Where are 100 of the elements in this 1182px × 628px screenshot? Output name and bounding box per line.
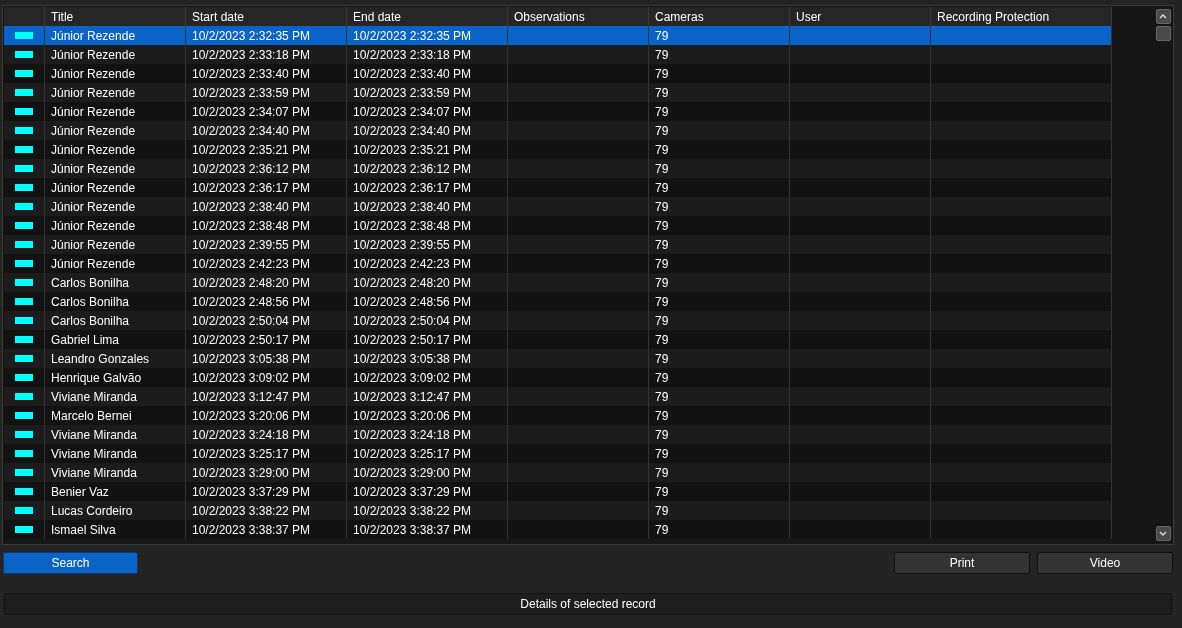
table-row[interactable]: Júnior Rezende 10/2/2023 2:35:21 PM 10/2/2023 2:35:21 PM 79 <box>4 140 1112 159</box>
table-cell-text: Lucas Cordeiro <box>51 502 133 520</box>
search-button[interactable]: Search <box>3 552 138 574</box>
table-row[interactable]: Benier Vaz 10/2/2023 3:37:29 PM 10/2/2023 3:37:29 PM 79 <box>4 482 1112 501</box>
print-button[interactable]: Print <box>894 552 1030 574</box>
table-cell-text: 10/2/2023 2:50:17 PM <box>192 331 311 349</box>
table-row[interactable]: Júnior Rezende 10/2/2023 2:39:55 PM 10/2/2023 2:39:55 PM 79 <box>4 235 1112 254</box>
table-cell-text: 10/2/2023 2:33:40 PM <box>353 65 472 83</box>
scroll-down-icon[interactable] <box>1155 526 1171 541</box>
table-row[interactable]: Viviane Miranda 10/2/2023 3:29:00 PM 10/2/2023 3:29:00 PM 79 <box>4 463 1112 482</box>
table-cell-text: 79 <box>655 84 669 102</box>
table-cell-text: 10/2/2023 3:38:37 PM <box>192 521 311 539</box>
table-cell-text: 79 <box>655 502 669 520</box>
table-cell-text: 79 <box>655 46 669 64</box>
table-cell-text: Júnior Rezende <box>51 198 136 216</box>
table-row[interactable]: Henrique Galvão 10/2/2023 3:09:02 PM 10/2/2023 3:09:02 PM 79 <box>4 368 1112 387</box>
table-cell-text: Júnior Rezende <box>51 46 136 64</box>
table-row[interactable]: Lucas Cordeiro 10/2/2023 3:38:22 PM 10/2/2023 3:38:22 PM 79 <box>4 501 1112 520</box>
table-cell-text: 79 <box>655 407 669 425</box>
table-cell-text: Viviane Miranda <box>51 464 137 482</box>
table-cell-text: Viviane Miranda <box>51 388 137 406</box>
table-cell-text: 79 <box>655 198 669 216</box>
table-cell-text: 10/2/2023 2:35:21 PM <box>192 141 311 159</box>
table-cell-text: 10/2/2023 2:34:40 PM <box>353 122 472 140</box>
table-cell-text: 10/2/2023 2:42:23 PM <box>353 255 472 273</box>
table-row[interactable]: Carlos Bonilha 10/2/2023 2:48:20 PM 10/2/2023 2:48:20 PM 79 <box>4 273 1112 292</box>
table-cell-text: 79 <box>655 331 669 349</box>
table-cell-text: 10/2/2023 2:36:17 PM <box>353 179 472 197</box>
table-cell-text: 10/2/2023 2:33:40 PM <box>192 65 311 83</box>
table-cell-text: 10/2/2023 3:24:18 PM <box>192 426 311 444</box>
table-cell-text: 10/2/2023 2:33:18 PM <box>192 46 311 64</box>
table-cell-text: 10/2/2023 3:09:02 PM <box>353 369 472 387</box>
table-cell-text: 10/2/2023 2:33:59 PM <box>192 84 311 102</box>
table-cell-text: Júnior Rezende <box>51 27 136 45</box>
table-row[interactable]: Viviane Miranda 10/2/2023 3:12:47 PM 10/2/2023 3:12:47 PM 79 <box>4 387 1112 406</box>
table-row[interactable]: Júnior Rezende 10/2/2023 2:34:07 PM 10/2/2023 2:34:07 PM 79 <box>4 102 1112 121</box>
table-cell-text: 79 <box>655 255 669 273</box>
table-cell-text: 10/2/2023 3:37:29 PM <box>353 483 472 501</box>
table-cell-text: 79 <box>655 122 669 140</box>
scrollbar[interactable] <box>1154 6 1172 544</box>
table-row[interactable]: Viviane Miranda 10/2/2023 3:25:17 PM 10/2/2023 3:25:17 PM 79 <box>4 444 1112 463</box>
table-cell-text: 10/2/2023 2:39:55 PM <box>353 236 472 254</box>
table-cell-text: 79 <box>655 65 669 83</box>
table-cell-text: 10/2/2023 2:50:04 PM <box>192 312 311 330</box>
table-cell-text: 10/2/2023 3:09:02 PM <box>192 369 311 387</box>
table-cell-text: 10/2/2023 2:34:07 PM <box>192 103 311 121</box>
table-cell-text: 10/2/2023 2:36:12 PM <box>353 160 472 178</box>
table-cell-text: 10/2/2023 2:50:04 PM <box>353 312 472 330</box>
table-cell-text: 10/2/2023 2:33:59 PM <box>353 84 472 102</box>
video-button[interactable]: Video <box>1037 552 1173 574</box>
table-cell-text: 10/2/2023 2:48:56 PM <box>192 293 311 311</box>
table-row[interactable]: Júnior Rezende 10/2/2023 2:42:23 PM 10/2/2023 2:42:23 PM 79 <box>4 254 1112 273</box>
table-cell-text: 79 <box>655 521 669 539</box>
table-row[interactable]: Júnior Rezende 10/2/2023 2:33:40 PM 10/2/2023 2:33:40 PM 79 <box>4 64 1112 83</box>
table-cell-text: 10/2/2023 2:48:20 PM <box>192 274 311 292</box>
table-row[interactable]: Marcelo Bernei 10/2/2023 3:20:06 PM 10/2/2023 3:20:06 PM 79 <box>4 406 1112 425</box>
table-row[interactable]: Viviane Miranda 10/2/2023 3:24:18 PM 10/2/2023 3:24:18 PM 79 <box>4 425 1112 444</box>
table-cell-text: 10/2/2023 3:20:06 PM <box>192 407 311 425</box>
table-cell-text: 10/2/2023 3:12:47 PM <box>353 388 472 406</box>
table-cell-text: Júnior Rezende <box>51 236 136 254</box>
table-cell-text: Gabriel Lima <box>51 331 120 349</box>
table-cell-text: Júnior Rezende <box>51 103 136 121</box>
table-row[interactable]: Júnior Rezende 10/2/2023 2:33:59 PM 10/2/2023 2:33:59 PM 79 <box>4 83 1112 102</box>
table-cell-text: 10/2/2023 2:39:55 PM <box>192 236 311 254</box>
scroll-thumb[interactable] <box>1155 26 1171 41</box>
table-cell-text: Júnior Rezende <box>51 160 136 178</box>
table-row[interactable]: Júnior Rezende 10/2/2023 2:32:35 PM 10/2/2023 2:32:35 PM 79 <box>4 26 1112 45</box>
table-cell-text: Viviane Miranda <box>51 426 137 444</box>
table-row[interactable]: Júnior Rezende 10/2/2023 2:33:18 PM 10/2/2023 2:33:18 PM 79 <box>4 45 1112 64</box>
table-cell-text: 79 <box>655 464 669 482</box>
table-row[interactable]: Carlos Bonilha 10/2/2023 2:50:04 PM 10/2/2023 2:50:04 PM 79 <box>4 311 1112 330</box>
table-row[interactable]: Júnior Rezende 10/2/2023 2:38:48 PM 10/2/2023 2:38:48 PM 79 <box>4 216 1112 235</box>
table-cell-text: Viviane Miranda <box>51 445 137 463</box>
table-row[interactable]: Carlos Bonilha 10/2/2023 2:48:56 PM 10/2/2023 2:48:56 PM 79 <box>4 292 1112 311</box>
table-cell-text: Júnior Rezende <box>51 65 136 83</box>
table-cell-text: 10/2/2023 2:32:35 PM <box>192 27 311 45</box>
table-row[interactable]: Gabriel Lima 10/2/2023 2:50:17 PM 10/2/2023 2:50:17 PM 79 <box>4 330 1112 349</box>
table-row[interactable]: Júnior Rezende 10/2/2023 2:38:40 PM 10/2/2023 2:38:40 PM 79 <box>4 197 1112 216</box>
table-cell-text: 10/2/2023 2:34:40 PM <box>192 122 311 140</box>
table-cell-text: 79 <box>655 27 669 45</box>
table-row[interactable]: Júnior Rezende 10/2/2023 2:36:12 PM 10/2/2023 2:36:12 PM 79 <box>4 159 1112 178</box>
scroll-up-icon[interactable] <box>1155 9 1171 24</box>
table-cell-text: 10/2/2023 3:29:00 PM <box>353 464 472 482</box>
table-cell-text: Carlos Bonilha <box>51 312 130 330</box>
table-cell-text: Júnior Rezende <box>51 122 136 140</box>
table-cell-text: 79 <box>655 103 669 121</box>
table-cell-text: 10/2/2023 2:38:40 PM <box>192 198 311 216</box>
table-cell-text: Júnior Rezende <box>51 179 136 197</box>
table-cell-text: 10/2/2023 2:36:17 PM <box>192 179 311 197</box>
table-cell-text: Leandro Gonzales <box>51 350 150 368</box>
table-cell-text: 79 <box>655 160 669 178</box>
table-row[interactable]: Leandro Gonzales 10/2/2023 3:05:38 PM 10/2/2023 3:05:38 PM 79 <box>4 349 1112 368</box>
table-cell-text: 79 <box>655 369 669 387</box>
table-row[interactable]: Ismael Silva 10/2/2023 3:38:37 PM 10/2/2023 3:38:37 PM 79 <box>4 520 1112 539</box>
table-cell-text: 10/2/2023 2:38:40 PM <box>353 198 472 216</box>
table-cell-text: 10/2/2023 2:35:21 PM <box>353 141 472 159</box>
table-cell-text: 79 <box>655 388 669 406</box>
table-row[interactable]: Júnior Rezende 10/2/2023 2:34:40 PM 10/2/2023 2:34:40 PM 79 <box>4 121 1112 140</box>
table-cell-text: Júnior Rezende <box>51 84 136 102</box>
table-row[interactable]: Júnior Rezende 10/2/2023 2:36:17 PM 10/2/2023 2:36:17 PM 79 <box>4 178 1112 197</box>
